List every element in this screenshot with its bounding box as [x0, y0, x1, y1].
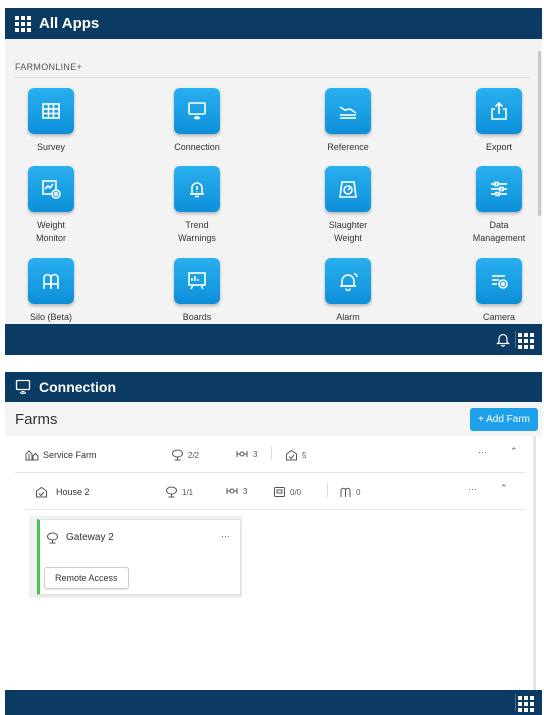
tile-silo[interactable]: Silo (Beta) [5, 258, 101, 324]
house-name-label: House 2 [56, 487, 90, 497]
app-grid-icon[interactable] [15, 15, 31, 32]
tile-label: Alarm [336, 312, 360, 322]
tile-connection[interactable]: Connection [147, 88, 247, 154]
gateway-icon [166, 486, 177, 498]
farm-row[interactable]: Service Farm 2/2 3 5 ··· ⌃ [15, 436, 525, 473]
tile-label: Data Management [472, 220, 526, 243]
table-grid-icon [28, 88, 74, 134]
tile-camera[interactable]: Camera [449, 258, 542, 324]
gateway-icon [172, 449, 183, 461]
gateway-name: Gateway 2 [66, 532, 114, 543]
farm-menu-button[interactable]: ··· [478, 447, 487, 457]
add-farm-button[interactable]: + Add Farm [470, 408, 538, 431]
section-label: FARMONLINE+ [15, 62, 83, 72]
house-name: House 2 [35, 486, 90, 498]
gateway-menu-button[interactable]: ··· [221, 531, 230, 541]
tile-survey[interactable]: Survey [5, 88, 101, 154]
house-menu-button[interactable]: ··· [468, 484, 477, 494]
weight-monitor-icon [28, 166, 74, 212]
remote-access-button[interactable]: Remote Access [44, 567, 129, 589]
farm-name-label: Service Farm [43, 450, 97, 460]
farm-sensors: 3 [235, 449, 257, 459]
silo-icon [28, 258, 74, 304]
sensor-icon [226, 488, 238, 494]
sliders-icon [476, 166, 522, 212]
house-row[interactable]: House 2 1/1 3 0/0 0 ··· ⌃ [25, 473, 525, 510]
footer-divider [515, 331, 516, 348]
apps-panel: FARMONLINE+ Survey Connection Reference … [5, 39, 542, 324]
tile-alarm[interactable]: Alarm [298, 258, 398, 324]
tile-weight-monitor[interactable]: Weight Monitor [5, 166, 101, 245]
camera-icon [476, 258, 522, 304]
footer-divider [515, 694, 516, 711]
row-divider [327, 483, 328, 497]
tile-label: Reference [327, 142, 369, 152]
tile-boards[interactable]: Boards [147, 258, 247, 324]
house-gateways: 1/1 [165, 486, 193, 498]
tile-label: Export [485, 142, 512, 152]
connection-scrollbar[interactable] [533, 436, 536, 690]
gateway-card[interactable]: Gateway 2 ··· Remote Access [37, 519, 241, 595]
alarm-bell-icon [325, 258, 371, 304]
monitor-icon [15, 379, 31, 395]
connection-header: Connection [5, 372, 542, 402]
app-grid-icon[interactable] [518, 696, 534, 712]
tile-label: Weight Monitor [35, 220, 66, 243]
scale-icon [274, 487, 285, 497]
house-icon [286, 449, 297, 461]
tile-label: Connection [174, 142, 220, 152]
apps-footer [5, 324, 542, 355]
farm-houses: 5 [285, 449, 306, 461]
tile-label: Trend Warnings [178, 220, 216, 243]
apps-title: All Apps [39, 15, 100, 32]
reference-icon [325, 88, 371, 134]
farm-gateways: 2/2 [171, 449, 199, 461]
collapse-icon[interactable]: ⌃ [500, 483, 508, 494]
farm-icon [25, 450, 39, 461]
apps-header: All Apps [5, 8, 542, 39]
collapse-icon[interactable]: ⌃ [510, 446, 518, 457]
tile-trend-warnings[interactable]: Trend Warnings [147, 166, 247, 245]
tile-label: Boards [182, 312, 212, 322]
house-scales: 0/0 [273, 486, 301, 498]
board-icon [174, 258, 220, 304]
house-icon [36, 486, 47, 498]
tile-export[interactable]: Export [449, 88, 542, 154]
row-divider [271, 446, 272, 460]
gateway-list: Gateway 2 ··· Remote Access [29, 516, 242, 598]
tile-slaughter-weight[interactable]: Slaughter Weight [298, 166, 398, 245]
tile-data-management[interactable]: Data Management [449, 166, 542, 245]
monitor-icon [174, 88, 220, 134]
farms-toolbar: Farms + Add Farm [5, 402, 542, 436]
silo-icon [340, 487, 351, 497]
farm-tree: Service Farm 2/2 3 5 ··· ⌃ House 2 1/1 3… [5, 436, 533, 690]
section-divider [15, 77, 530, 78]
house-sensors: 3 [225, 486, 247, 496]
apps-scrollbar[interactable] [538, 51, 541, 216]
tile-label: Silo (Beta) [29, 312, 73, 322]
connection-footer [5, 690, 542, 715]
tile-label: Survey [36, 142, 65, 152]
app-grid-icon[interactable] [518, 333, 534, 349]
farm-name: Service Farm [25, 449, 97, 461]
tile-reference[interactable]: Reference [298, 88, 398, 154]
scale-icon [325, 166, 371, 212]
gateway-icon [46, 531, 59, 549]
farms-title: Farms [15, 411, 58, 428]
tile-label: Camera [482, 312, 515, 322]
notification-bell-icon[interactable] [496, 332, 510, 352]
connection-title: Connection [39, 379, 116, 395]
export-icon [476, 88, 522, 134]
sensor-icon [236, 451, 248, 457]
trend-warning-icon [174, 166, 220, 212]
house-silos: 0 [339, 486, 360, 498]
tile-label: Slaughter Weight [328, 220, 368, 243]
